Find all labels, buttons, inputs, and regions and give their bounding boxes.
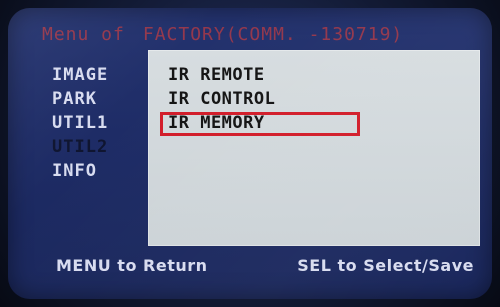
menu-label: Menu of bbox=[42, 23, 125, 45]
submenu-list: IR REMOTE IR CONTROL IR MEMORY bbox=[168, 64, 275, 134]
sidebar-item-util2: UTIL2 bbox=[52, 137, 109, 157]
select-save-hint: SEL to Select/Save bbox=[297, 256, 474, 275]
sidebar-item-info[interactable]: INFO bbox=[52, 160, 152, 182]
submenu-item-ir-remote[interactable]: IR REMOTE bbox=[168, 64, 275, 86]
model-code: FACTORY(COMM. -130719) bbox=[142, 23, 404, 45]
menu-header: Menu of FACTORY(COMM. -130719) bbox=[42, 20, 482, 48]
sidebar-item-park[interactable]: PARK bbox=[52, 88, 152, 110]
return-hint: MENU to Return bbox=[56, 256, 208, 275]
submenu-panel: IR REMOTE IR CONTROL IR MEMORY bbox=[148, 50, 480, 246]
menu-screen: Menu of FACTORY(COMM. -130719) IMAGE PAR… bbox=[8, 8, 492, 299]
submenu-item-ir-control[interactable]: IR CONTROL bbox=[168, 88, 275, 110]
sidebar-item-image[interactable]: IMAGE bbox=[52, 64, 152, 86]
footer-hints: MENU to Return SEL to Select/Save bbox=[56, 256, 474, 275]
sidebar-item-util1[interactable]: UTIL1 bbox=[52, 112, 152, 134]
submenu-item-ir-memory[interactable]: IR MEMORY bbox=[168, 112, 275, 134]
sidebar-menu: IMAGE PARK UTIL1 UTIL2 INFO bbox=[52, 64, 152, 182]
device-bezel: Menu of FACTORY(COMM. -130719) IMAGE PAR… bbox=[0, 0, 500, 307]
